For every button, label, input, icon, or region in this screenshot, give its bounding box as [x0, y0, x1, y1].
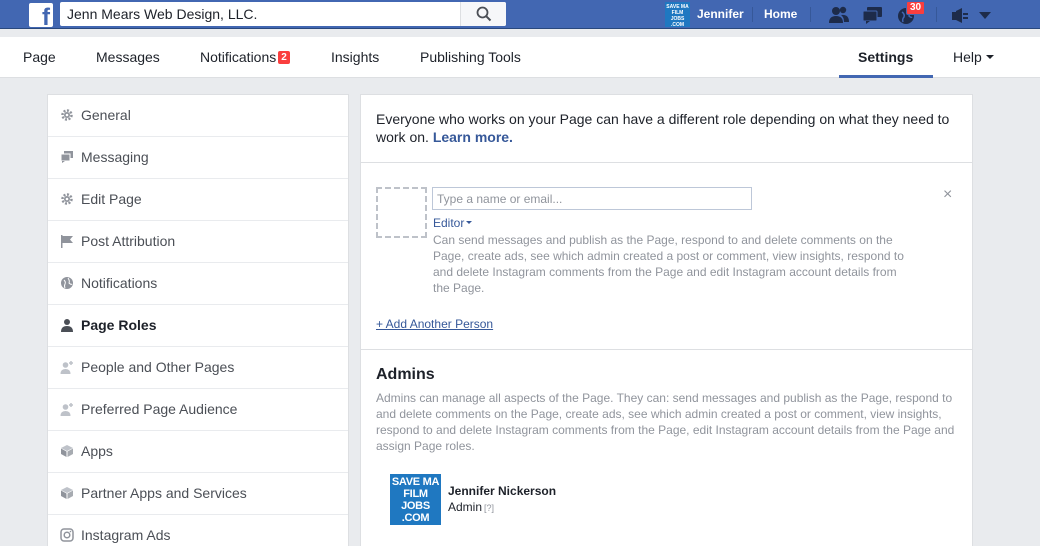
sidebar-item-messaging[interactable]: Messaging — [48, 137, 348, 179]
sidebar-item-label: Instagram Ads — [81, 527, 171, 543]
notification-count-badge: 30 — [906, 1, 926, 15]
admins-section-title: Admins — [376, 366, 435, 383]
sidebar-item-label: Post Attribution — [81, 233, 176, 249]
page-roles-intro: Everyone who works on your Page can have… — [376, 110, 956, 146]
person-add-icon — [60, 361, 73, 374]
admins-section-description: Admins can manage all aspects of the Pag… — [376, 391, 955, 453]
tab-notifications[interactable]: Notifications 2 — [200, 49, 290, 65]
instagram-icon — [60, 528, 74, 542]
tab-insights[interactable]: Insights — [331, 49, 379, 65]
cube-icon — [61, 487, 73, 499]
gear-icon — [61, 109, 73, 121]
role-description: Can send messages and publish as the Pag… — [433, 233, 904, 295]
role-select-dropdown[interactable]: Editor — [433, 216, 473, 230]
sidebar-item-label: Preferred Page Audience — [81, 401, 238, 417]
sidebar-item-preferred-page-audience[interactable]: Preferred Page Audience — [48, 389, 348, 431]
globe-icon — [61, 277, 73, 289]
topbar-separator — [752, 7, 753, 22]
learn-more-link[interactable]: Learn more. — [433, 129, 513, 145]
sidebar-item-edit-page[interactable]: Edit Page — [48, 179, 348, 221]
role-select-label: Editor — [433, 216, 465, 230]
page-roles-panel: Everyone who works on your Page can have… — [360, 94, 973, 546]
section-divider — [361, 349, 972, 350]
sidebar-item-label: General — [81, 107, 131, 123]
search-box — [60, 2, 506, 26]
add-another-person-link[interactable]: + Add Another Person — [376, 317, 493, 331]
active-tab-indicator — [839, 75, 933, 78]
sidebar-item-general[interactable]: General — [48, 95, 348, 137]
tab-messages[interactable]: Messages — [96, 49, 160, 65]
sidebar-item-label: Apps — [81, 443, 113, 459]
help-icon[interactable]: [?] — [484, 503, 494, 513]
close-icon[interactable]: × — [943, 187, 952, 203]
account-menu-chevron-down-icon[interactable] — [976, 5, 998, 25]
page-navigation-bar: Page Messages Notifications 2 Insights Pu… — [0, 37, 1040, 78]
admin-name-link[interactable]: Jennifer Nickerson — [448, 484, 556, 498]
sidebar-item-label: Notifications — [81, 275, 158, 291]
section-divider — [361, 162, 972, 163]
friend-requests-icon[interactable] — [828, 5, 850, 25]
gear-icon — [61, 193, 73, 205]
sidebar-item-post-attribution[interactable]: Post Attribution — [48, 221, 348, 263]
sidebar-item-label: Edit Page — [81, 191, 142, 207]
sidebar-item-label: People and Other Pages — [81, 359, 235, 375]
search-button[interactable] — [460, 2, 506, 26]
notifications-count-badge: 2 — [278, 51, 290, 64]
search-icon — [476, 6, 492, 22]
home-link[interactable]: Home — [764, 7, 797, 21]
sidebar-item-notifications[interactable]: Notifications — [48, 263, 348, 305]
cube-icon — [61, 445, 73, 457]
help-label: Help — [953, 49, 982, 65]
tab-notifications-label: Notifications — [200, 49, 277, 65]
flag-icon — [61, 235, 73, 248]
sidebar-item-label: Page Roles — [81, 317, 157, 333]
assign-role-name-input[interactable] — [432, 187, 752, 210]
facebook-logo-icon[interactable]: f — [29, 3, 53, 27]
admin-avatar[interactable]: SAVE MA FILM JOBS .COM — [390, 474, 441, 525]
person-icon — [61, 319, 73, 332]
tab-page[interactable]: Page — [23, 49, 56, 65]
person-photo-placeholder — [376, 187, 427, 238]
quick-help-icon[interactable] — [950, 5, 972, 25]
admin-role-label: Admin [?] — [448, 500, 494, 514]
help-dropdown[interactable]: Help — [953, 49, 994, 65]
user-name-link[interactable]: Jennifer — [697, 7, 744, 21]
admin-role-text: Admin — [448, 500, 483, 514]
user-avatar[interactable]: SAVE MA FILM JOBS .COM — [665, 2, 690, 28]
topbar-separator — [810, 7, 811, 22]
sidebar-item-instagram-ads[interactable]: Instagram Ads — [48, 515, 348, 546]
person-add-icon — [60, 403, 73, 416]
sidebar-item-page-roles[interactable]: Page Roles — [48, 305, 348, 347]
tab-publishing-tools[interactable]: Publishing Tools — [420, 49, 521, 65]
settings-sidebar: General Messaging Edit Page Post Attribu… — [47, 94, 349, 546]
top-navigation-bar: f SAVE MA FILM JOBS .COM Jennifer Home 3… — [0, 0, 1040, 29]
sidebar-item-people-and-other-pages[interactable]: People and Other Pages — [48, 347, 348, 389]
chat-icon — [60, 151, 73, 163]
sidebar-item-label: Partner Apps and Services — [81, 485, 247, 501]
tab-settings[interactable]: Settings — [858, 49, 913, 65]
sidebar-item-label: Messaging — [81, 149, 149, 165]
topbar-separator — [936, 7, 937, 22]
sidebar-item-partner-apps-and-services[interactable]: Partner Apps and Services — [48, 473, 348, 515]
chevron-down-icon — [985, 55, 994, 59]
sidebar-item-apps[interactable]: Apps — [48, 431, 348, 473]
search-input[interactable] — [60, 2, 460, 26]
messages-icon[interactable] — [862, 5, 884, 25]
chevron-down-icon — [466, 221, 473, 224]
